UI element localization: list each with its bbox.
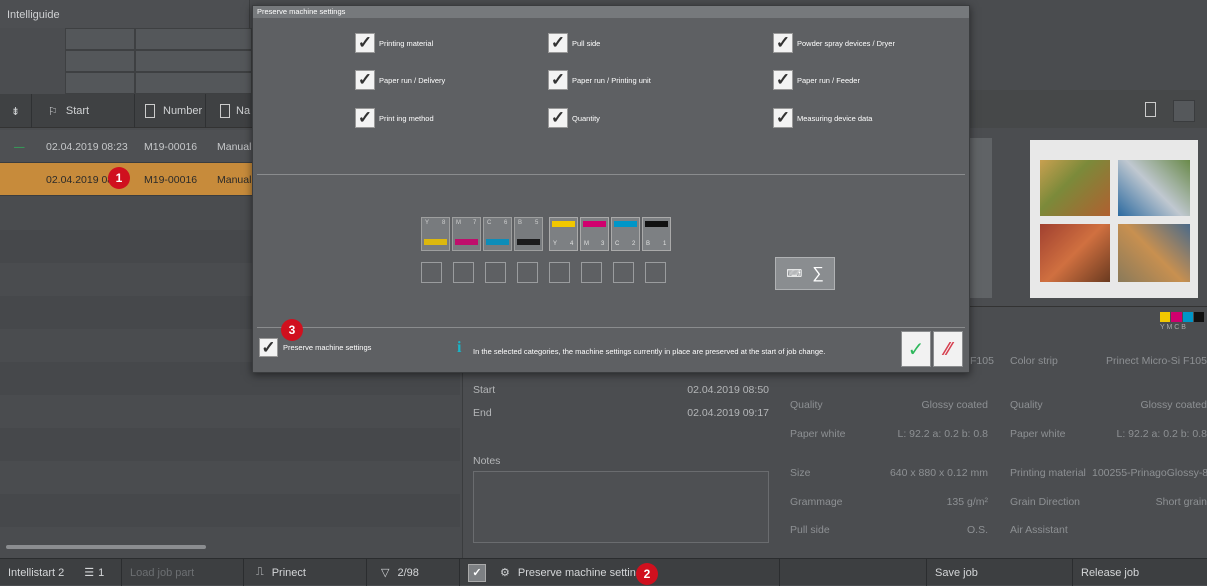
ink-color-bar (517, 239, 540, 245)
filter-icon: ▽ (381, 567, 390, 579)
ink-unit-4[interactable]: Y 4 (549, 217, 578, 251)
app-title: Intelliguide (0, 0, 250, 28)
column-number[interactable]: Number (135, 94, 206, 128)
unit-checkbox-5[interactable] (517, 262, 538, 283)
unit-checkbox-3[interactable] (581, 262, 602, 283)
flag-icon: ⚐ (48, 105, 58, 118)
checkbox-checked[interactable]: ✓ (548, 33, 568, 53)
details-panel: Start 02.04.2019 08:50 End 02.04.2019 09… (462, 373, 780, 558)
thumbnail-image (1118, 224, 1190, 282)
thumbnail-image (1040, 224, 1110, 282)
option-measuring-device-data[interactable]: ✓ Measuring device data (773, 108, 872, 128)
preserve-settings-option[interactable]: ✓ Preserve machine settings (259, 338, 371, 357)
accept-button[interactable]: ✓ (901, 331, 931, 367)
option-paper-run-printing-unit[interactable]: ✓ Paper run / Printing unit (548, 70, 651, 90)
filter-button[interactable]: ▽ 2/98 (367, 559, 460, 586)
divider (257, 174, 965, 175)
annotation-badge-2: 2 (636, 563, 658, 585)
option-powder-spray[interactable]: ✓ Powder spray devices / Dryer (773, 33, 895, 53)
divider (257, 327, 965, 328)
column-start[interactable]: ⚐ Start (32, 94, 135, 128)
checkbox-checked[interactable]: ✓ (773, 33, 793, 53)
document-icon (145, 104, 155, 118)
settings-icon: ⚙ (500, 567, 510, 579)
annotation-badge-1: 1 (108, 167, 130, 189)
table-row[interactable]: — 02.04.2019 08:23 M19-00016 Manual (0, 130, 252, 163)
option-paper-run-delivery[interactable]: ✓ Paper run / Delivery (355, 70, 445, 90)
sheet-frame-left (970, 138, 992, 298)
column-name[interactable]: Na (206, 94, 252, 128)
unit-checkbox-8[interactable] (421, 262, 442, 283)
ink-unit-5[interactable]: B 5 (514, 217, 543, 251)
ink-color-bar (455, 239, 478, 245)
checkbox-checked[interactable]: ✓ (773, 70, 793, 90)
ink-unit-6[interactable]: C 6 (483, 217, 512, 251)
thumbnail-image (1040, 160, 1110, 216)
ink-color-bar (583, 221, 606, 227)
unit-checkbox-7[interactable] (453, 262, 474, 283)
ink-color-bar (486, 239, 509, 245)
row-status-icon: — (14, 141, 25, 153)
checkbox-checked[interactable]: ✓ (773, 108, 793, 128)
sheet-preview[interactable] (1030, 140, 1198, 298)
keyboard-icon: ⌨ (786, 268, 803, 280)
option-printing-method[interactable]: ✓ Print ing method (355, 108, 434, 128)
ink-color-bar (645, 221, 668, 227)
ink-color-bar (552, 221, 575, 227)
option-printing-material[interactable]: ✓ Printing material (355, 33, 433, 53)
dialog-title: Preserve machine settings (253, 6, 969, 18)
view-icon[interactable] (1145, 102, 1156, 117)
cancel-button[interactable]: ⁄⁄ (933, 331, 963, 367)
intellistart-button[interactable]: Intellistart 2 ☰ 1 (0, 559, 122, 586)
column-header: ⇟ ⚐ Start Number Na (0, 94, 252, 128)
properties-panel: F105 Color strip Prinect Micro-Si F105 Q… (780, 350, 1207, 558)
checkbox-checked[interactable]: ✓ (355, 108, 375, 128)
load-job-part-button[interactable]: Load job part (122, 559, 244, 586)
checkbox-icon: ✓ (468, 563, 486, 582)
option-pull-side[interactable]: ✓ Pull side (548, 33, 600, 53)
annotation-badge-3: 3 (281, 319, 303, 341)
checkbox-checked[interactable]: ✓ (355, 70, 375, 90)
ink-unit-2[interactable]: C 2 (611, 217, 640, 251)
preserve-settings-dialog: Preserve machine settings ✓ Printing mat… (252, 5, 970, 373)
calculate-button[interactable]: ⌨ ∑ (775, 257, 835, 290)
prinect-icon: ⎍ (256, 566, 264, 578)
checkbox-checked[interactable]: ✓ (355, 33, 375, 53)
option-quantity[interactable]: ✓ Quantity (548, 108, 600, 128)
notes-textarea[interactable] (473, 471, 769, 543)
ink-unit-3[interactable]: M 3 (580, 217, 609, 251)
release-job-button[interactable]: Release job (1073, 559, 1207, 586)
preserve-settings-toggle[interactable]: ✓ ⚙ Preserve machine settings (462, 559, 780, 586)
checkbox-checked[interactable]: ✓ (259, 338, 278, 357)
info-icon: i (457, 339, 462, 356)
thumbnail-image (1118, 160, 1190, 216)
ink-unit-7[interactable]: M 7 (452, 217, 481, 251)
unit-checkbox-6[interactable] (485, 262, 506, 283)
save-job-button[interactable] (780, 559, 927, 586)
ink-color-bar (424, 239, 447, 245)
checkbox-checked[interactable]: ✓ (548, 70, 568, 90)
checkbox-checked[interactable]: ✓ (548, 108, 568, 128)
unit-checkbox-2[interactable] (613, 262, 634, 283)
ink-swatches (1160, 312, 1204, 322)
horizontal-scrollbar[interactable] (6, 545, 206, 549)
filter-grid (0, 28, 252, 94)
unit-checkbox-4[interactable] (549, 262, 570, 283)
prinect-button[interactable]: ⎍ Prinect (244, 559, 367, 586)
view-icon-2[interactable] (1173, 100, 1195, 122)
ink-unit-8[interactable]: Y 8 (421, 217, 450, 251)
unit-checkbox-1[interactable] (645, 262, 666, 283)
list-icon: ☰ (84, 567, 95, 579)
option-paper-run-feeder[interactable]: ✓ Paper run / Feeder (773, 70, 860, 90)
sort-icon[interactable]: ⇟ (0, 94, 32, 128)
document-icon (220, 104, 230, 118)
ink-unit-1[interactable]: B 1 (642, 217, 671, 251)
bottom-bar: Intellistart 2 ☰ 1 Load job part ⎍ Prine… (0, 558, 1207, 586)
save-job-label[interactable]: Save job (927, 559, 1073, 586)
sum-icon: ∑ (812, 264, 824, 282)
ink-color-bar (614, 221, 637, 227)
